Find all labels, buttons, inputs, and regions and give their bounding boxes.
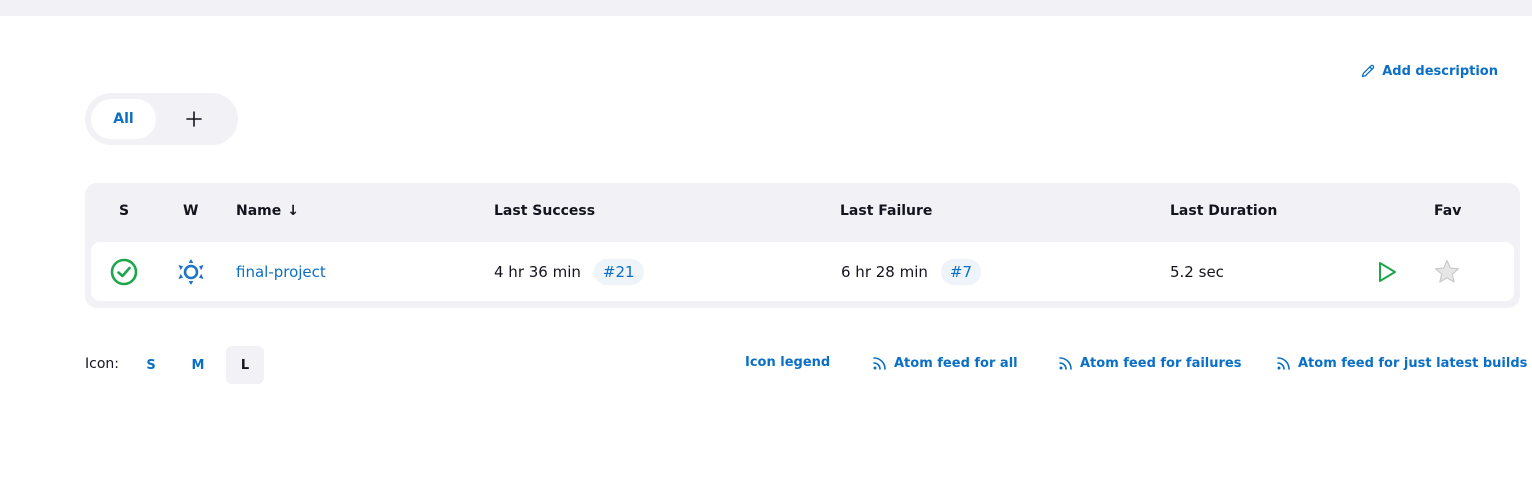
column-header-last-failure[interactable]: Last Failure <box>840 203 932 219</box>
column-header-name[interactable]: Name ↓ <box>236 203 299 219</box>
rss-icon <box>873 357 886 370</box>
pencil-icon <box>1362 64 1375 78</box>
icon-size-small-button[interactable]: S <box>132 346 170 384</box>
add-view-button[interactable] <box>180 105 208 133</box>
sort-arrow-down-icon: ↓ <box>287 203 299 219</box>
column-header-last-duration[interactable]: Last Duration <box>1170 203 1277 219</box>
success-check-icon <box>110 258 138 285</box>
jobs-table: S W Name ↓ Last Success Last Failure Las… <box>85 183 1520 308</box>
last-success-cell: 4 hr 36 min #21 <box>494 242 644 301</box>
column-header-weather[interactable]: W <box>183 203 198 219</box>
icon-size-large-button[interactable]: L <box>226 346 264 384</box>
atom-feed-latest-label: Atom feed for just latest builds <box>1298 355 1528 371</box>
atom-feed-latest-link[interactable]: Atom feed for just latest builds <box>1276 355 1527 371</box>
icon-size-medium-button[interactable]: M <box>179 346 217 384</box>
icon-size-label: Icon: <box>85 356 119 372</box>
atom-feed-failures-label: Atom feed for failures <box>1080 355 1242 371</box>
column-header-fav[interactable]: Fav <box>1434 203 1461 219</box>
atom-feed-failures-link[interactable]: Atom feed for failures <box>1058 355 1241 371</box>
last-failure-build-link[interactable]: #7 <box>940 258 982 285</box>
atom-feed-all-label: Atom feed for all <box>894 355 1018 371</box>
last-duration-cell: 5.2 sec <box>1170 262 1224 281</box>
play-icon <box>1379 261 1396 282</box>
plus-icon <box>186 111 202 127</box>
build-now-button[interactable] <box>1376 242 1398 301</box>
tab-all[interactable]: All <box>91 99 156 139</box>
add-description-link[interactable]: Add description <box>1360 63 1498 79</box>
last-success-build-link[interactable]: #21 <box>593 258 644 285</box>
table-row: final-project 4 hr 36 min #21 6 hr 28 mi… <box>91 242 1514 301</box>
rss-icon <box>1059 357 1072 370</box>
last-success-time: 4 hr 36 min <box>494 262 581 281</box>
atom-feed-all-link[interactable]: Atom feed for all <box>872 355 1018 371</box>
column-header-status[interactable]: S <box>119 203 129 219</box>
icon-legend-label: Icon legend <box>745 355 831 370</box>
rss-icon <box>1277 357 1290 370</box>
last-failure-cell: 6 hr 28 min #7 <box>841 242 982 301</box>
weather-cell <box>177 242 205 301</box>
status-cell <box>110 242 138 301</box>
top-bar <box>0 0 1532 16</box>
sunny-weather-icon <box>178 258 204 285</box>
icon-legend-link[interactable]: Icon legend <box>745 355 830 370</box>
job-name-link[interactable]: final-project <box>236 242 326 301</box>
favorite-toggle[interactable] <box>1433 242 1461 301</box>
last-failure-time: 6 hr 28 min <box>841 262 928 281</box>
view-tabs: All <box>85 93 238 145</box>
column-header-name-label: Name <box>236 203 282 219</box>
column-header-last-success[interactable]: Last Success <box>494 203 595 219</box>
star-icon <box>1435 259 1459 283</box>
add-description-label: Add description <box>1382 63 1498 79</box>
